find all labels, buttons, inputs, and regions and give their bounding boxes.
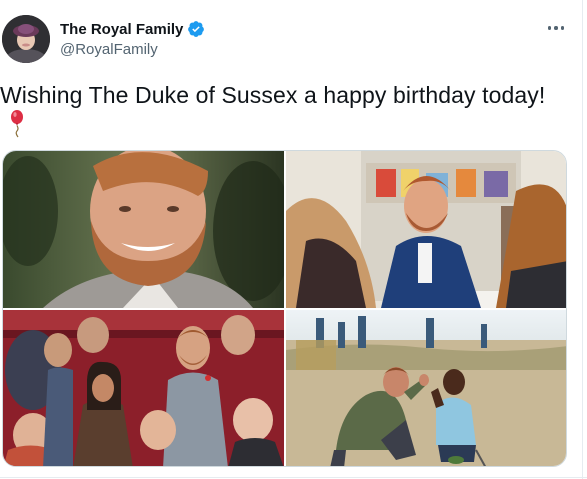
- divider: [582, 0, 583, 479]
- photo-portrait-smiling[interactable]: [3, 151, 284, 308]
- balloon-icon: [11, 110, 23, 138]
- display-name[interactable]: The Royal Family: [60, 21, 183, 38]
- photo-crowd-stands[interactable]: [3, 310, 284, 466]
- divider: [0, 477, 587, 478]
- more-options-icon[interactable]: [544, 20, 568, 36]
- user-handle[interactable]: @RoyalFamily: [60, 41, 158, 58]
- photo-high-five-field[interactable]: [286, 310, 566, 466]
- media-grid[interactable]: [2, 150, 567, 467]
- photo-seated-at-table[interactable]: [286, 151, 566, 308]
- tweet-text: Wishing The Duke of Sussex a happy birth…: [0, 82, 546, 108]
- tweet-card[interactable]: The Royal Family @RoyalFamily Wishing Th…: [0, 0, 587, 479]
- verified-badge-icon: [188, 21, 205, 37]
- avatar[interactable]: [2, 15, 50, 63]
